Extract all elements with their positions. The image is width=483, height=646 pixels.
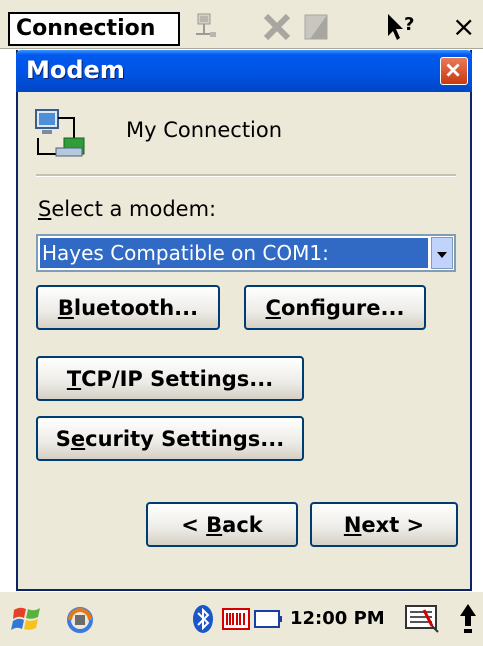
- connection-name: My Connection: [126, 118, 283, 142]
- select-modem-label: Select a modem:: [38, 197, 217, 221]
- bluetooth-button[interactable]: Bluetooth...: [36, 285, 220, 330]
- dialog-title: Modem: [26, 56, 125, 84]
- close-icon: [446, 63, 460, 77]
- up-arrow-icon[interactable]: [458, 602, 478, 636]
- close-icon[interactable]: ×: [452, 10, 475, 43]
- dropdown-arrow[interactable]: [431, 237, 453, 269]
- separator: [36, 174, 456, 177]
- chevron-down-icon: [437, 252, 447, 258]
- dialog-close-button[interactable]: [440, 57, 468, 85]
- security-settings-button[interactable]: Security Settings...: [36, 416, 304, 461]
- network-icon[interactable]: [190, 10, 224, 44]
- modem-select[interactable]: Hayes Compatible on COM1:: [36, 234, 456, 272]
- taskbar: 12:00 PM: [0, 591, 483, 646]
- modem-select-value: Hayes Compatible on COM1:: [40, 238, 428, 268]
- connection-icon: [35, 109, 85, 157]
- properties-icon[interactable]: [300, 10, 334, 44]
- next-button[interactable]: Next >: [310, 502, 458, 547]
- svg-text:?: ?: [404, 14, 414, 35]
- battery-icon: [254, 610, 282, 628]
- dialog-titlebar: Modem: [16, 50, 472, 92]
- keyboard-icon[interactable]: [404, 602, 440, 636]
- start-icon[interactable]: [10, 602, 44, 636]
- configure-button[interactable]: Configure...: [244, 285, 426, 330]
- delete-icon[interactable]: [260, 10, 294, 44]
- help-icon[interactable]: ?: [384, 10, 418, 44]
- scanner-icon[interactable]: [222, 606, 250, 632]
- tcpip-settings-button[interactable]: TCP/IP Settings...: [36, 356, 304, 401]
- command-bar: Connection ? ×: [0, 0, 483, 49]
- bluetooth-icon[interactable]: [192, 604, 214, 634]
- clock[interactable]: 12:00 PM: [290, 608, 385, 629]
- connection-menu[interactable]: Connection: [8, 12, 180, 46]
- sync-icon[interactable]: [64, 604, 96, 636]
- back-button[interactable]: < Back: [146, 502, 298, 547]
